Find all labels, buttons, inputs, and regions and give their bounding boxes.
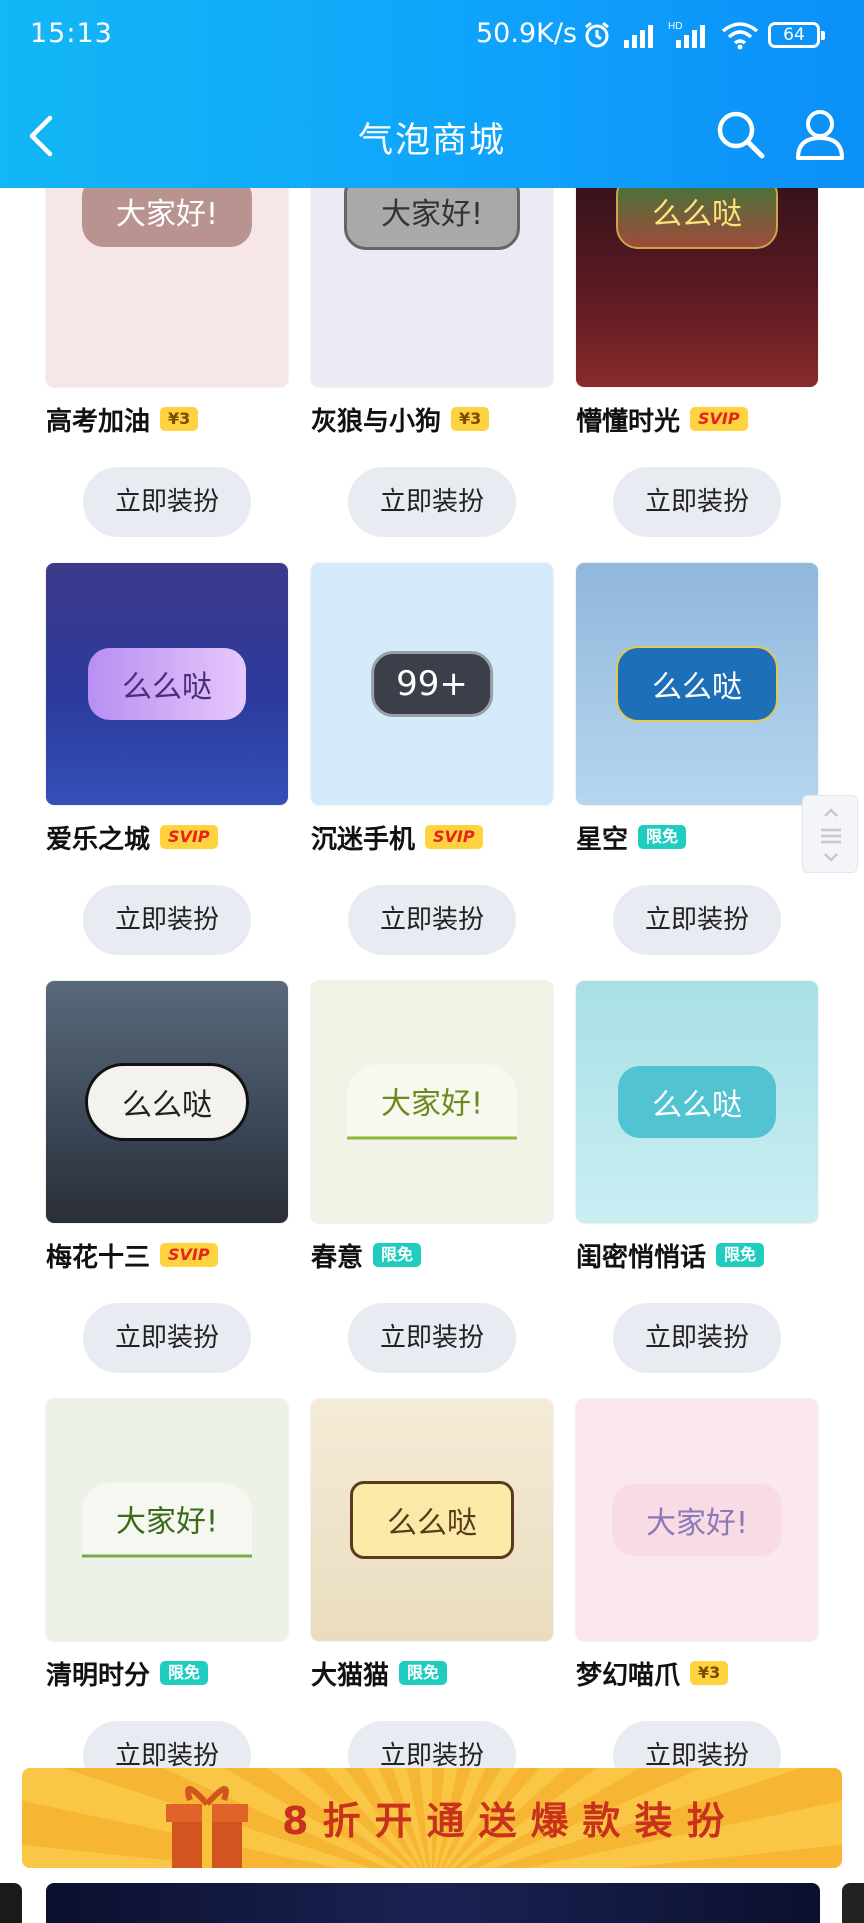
- item-name: 大猫猫: [311, 1660, 390, 1691]
- item-name-row: 清明时分 限免: [46, 1656, 209, 1691]
- alarm-icon: [585, 21, 609, 48]
- bubble-preview[interactable]: 大家好!: [46, 188, 288, 387]
- preview-bubble-text: 大家好!: [346, 1064, 518, 1140]
- item-name: 春意: [311, 1242, 364, 1273]
- item-name-row: 星空 限免: [576, 820, 687, 855]
- drag-handle-icon: [821, 808, 841, 862]
- item-name-row: 大猫猫 限免: [311, 1656, 448, 1691]
- item-name: 清明时分: [46, 1660, 151, 1691]
- bubble-preview[interactable]: 大家好!: [46, 1399, 288, 1641]
- bubble-preview[interactable]: 么么哒: [46, 563, 288, 805]
- item-name: 星空: [576, 824, 629, 855]
- partial-card: [46, 1883, 820, 1923]
- item-name-row: 沉迷手机 SVIP: [311, 820, 483, 855]
- preview-bubble-text: 么么哒: [88, 648, 246, 720]
- promo-banner[interactable]: 8折开通送爆款装扮: [22, 1768, 842, 1868]
- navigation-bar: 气泡商城: [0, 90, 864, 180]
- preview-bubble-text: 99+: [371, 651, 493, 717]
- item-name-row: 灰狼与小狗 ¥3: [311, 402, 490, 437]
- bubble-preview[interactable]: 么么哒: [576, 563, 818, 805]
- gift-icon: [166, 1786, 248, 1868]
- apply-button[interactable]: 立即装扮: [348, 467, 516, 537]
- bubble-preview[interactable]: 么么哒: [311, 1399, 553, 1641]
- preview-bubble-text: 么么哒: [616, 188, 778, 249]
- svip-badge: SVIP: [690, 407, 748, 431]
- free-badge: 限免: [716, 1243, 765, 1267]
- preview-bubble-text: 大家好!: [81, 1482, 253, 1558]
- wifi-icon: [721, 22, 759, 50]
- app-header: 15:13 50.9K/s HD 64 气泡商城: [0, 0, 864, 188]
- scroll-handle[interactable]: [802, 795, 858, 873]
- svg-text:HD: HD: [668, 21, 682, 32]
- battery-indicator: 64: [768, 22, 825, 48]
- item-name-row: 梅花十三 SVIP: [46, 1238, 218, 1273]
- apply-button[interactable]: 立即装扮: [613, 885, 781, 955]
- bubble-preview[interactable]: 么么哒: [576, 188, 818, 387]
- item-name: 懵懂时光: [576, 406, 681, 437]
- apply-button[interactable]: 立即装扮: [613, 1303, 781, 1373]
- sticker-decoration: [86, 188, 112, 255]
- item-name: 梦幻喵爪: [576, 1660, 681, 1691]
- banner-text: 8折开通送爆款装扮: [282, 1799, 739, 1843]
- preview-bubble-text: 大家好!: [611, 1484, 783, 1556]
- item-name: 梅花十三: [46, 1242, 151, 1273]
- free-badge: 限免: [373, 1243, 422, 1267]
- profile-icon[interactable]: [790, 104, 850, 164]
- preview-bubble-text: 么么哒: [85, 1063, 249, 1141]
- price-badge: ¥3: [160, 407, 199, 431]
- item-name-row: 懵懂时光 SVIP: [576, 402, 748, 437]
- item-name-row: 春意 限免: [311, 1238, 422, 1273]
- apply-button[interactable]: 立即装扮: [83, 885, 251, 955]
- preview-bubble-text: 么么哒: [616, 646, 778, 722]
- item-name: 灰狼与小狗: [311, 406, 442, 437]
- item-name: 爱乐之城: [46, 824, 151, 855]
- bubble-preview[interactable]: 大家好!: [576, 1399, 818, 1641]
- bubble-preview[interactable]: 99+: [311, 563, 553, 805]
- item-name: 闺密悄悄话: [576, 1242, 707, 1273]
- bubble-preview[interactable]: 么么哒: [576, 981, 818, 1223]
- svip-badge: SVIP: [160, 1243, 218, 1267]
- free-badge: 限免: [399, 1661, 448, 1685]
- free-badge: 限免: [638, 825, 687, 849]
- price-badge: ¥3: [451, 407, 490, 431]
- svip-badge: SVIP: [425, 825, 483, 849]
- hd-signal-icon: HD: [668, 21, 705, 48]
- bubble-preview[interactable]: 大家好!: [311, 188, 553, 387]
- bubble-grid-area: 大家好! 高考加油 ¥3 立即装扮 大家好! 灰狼与小狗 ¥3 立即装扮 么么哒: [0, 188, 864, 1920]
- partial-card: [842, 1883, 864, 1923]
- free-badge: 限免: [160, 1661, 209, 1685]
- search-icon[interactable]: [712, 106, 768, 162]
- preview-bubble-text: 么么哒: [618, 1066, 776, 1138]
- network-speed: 50.9K/s: [476, 18, 577, 49]
- preview-bubble-text: 大家好!: [343, 188, 521, 250]
- item-name: 高考加油: [46, 406, 151, 437]
- item-name-row: 闺密悄悄话 限免: [576, 1238, 765, 1273]
- apply-button[interactable]: 立即装扮: [83, 1303, 251, 1373]
- apply-button[interactable]: 立即装扮: [348, 1303, 516, 1373]
- status-time: 15:13: [30, 18, 113, 49]
- item-name-row: 梦幻喵爪 ¥3: [576, 1656, 729, 1691]
- signal-icon: [624, 25, 653, 48]
- bubble-preview[interactable]: 大家好!: [311, 981, 553, 1223]
- price-badge: ¥3: [690, 1661, 729, 1685]
- item-name-row: 高考加油 ¥3: [46, 402, 199, 437]
- svip-badge: SVIP: [160, 825, 218, 849]
- bubble-preview[interactable]: 么么哒: [46, 981, 288, 1223]
- apply-button[interactable]: 立即装扮: [83, 467, 251, 537]
- item-name-row: 爱乐之城 SVIP: [46, 820, 218, 855]
- apply-button[interactable]: 立即装扮: [348, 885, 516, 955]
- status-bar: 15:13 50.9K/s HD 64: [0, 0, 864, 70]
- item-name: 沉迷手机: [311, 824, 416, 855]
- partial-card: [0, 1883, 22, 1923]
- preview-bubble-text: 么么哒: [350, 1481, 514, 1559]
- apply-button[interactable]: 立即装扮: [613, 467, 781, 537]
